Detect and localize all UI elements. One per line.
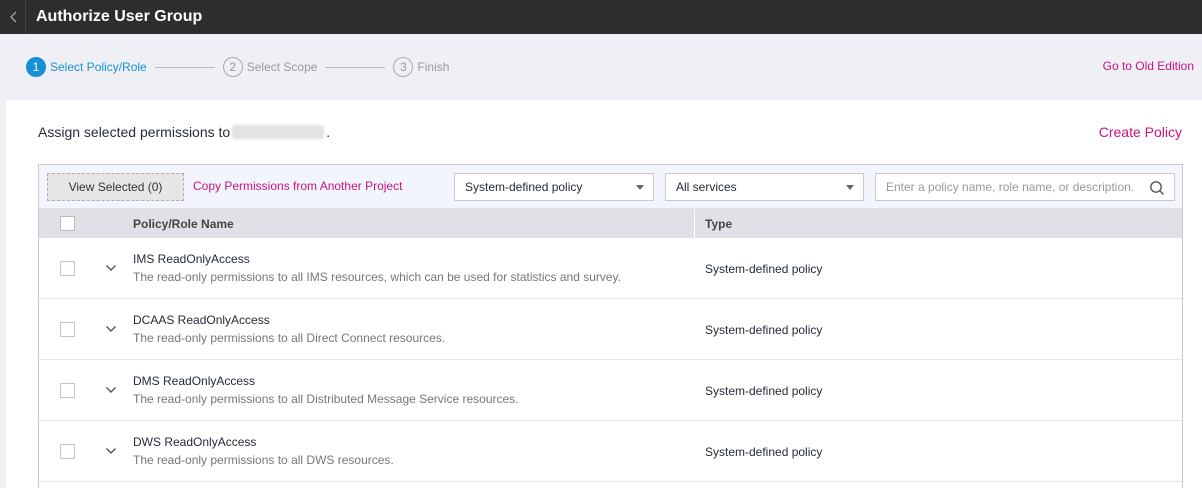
chevron-down-icon[interactable] [105,445,117,457]
table-row: DCAAS ReadOnlyAccess The read-only permi… [39,299,1182,360]
chevron-down-icon[interactable] [105,262,117,274]
policy-table: View Selected (0) Copy Permissions from … [38,164,1183,488]
policy-name: DCAAS ReadOnlyAccess [133,313,270,327]
view-selected-button[interactable]: View Selected (0) [47,173,184,201]
policy-type: System-defined policy [705,262,823,276]
step-finish: 3 Finish [393,57,449,77]
policy-description: The read-only permissions to all Direct … [133,331,446,345]
policy-description: The read-only permissions to all Distrib… [133,392,519,406]
chevron-left-icon [9,11,17,23]
policy-type: System-defined policy [705,445,823,459]
policy-description: The read-only permissions to all IMS res… [133,270,621,284]
policy-type: System-defined policy [705,323,823,337]
step-connector [325,66,386,68]
column-header-type: Type [705,217,733,231]
table-row: DWS ReadOnlyAccess The read-only permiss… [39,421,1182,482]
table-header: Policy/Role Name Type [39,209,1182,238]
row-checkbox[interactable] [60,383,75,398]
top-bar: Authorize User Group [0,0,1202,34]
create-policy-link[interactable]: Create Policy [1099,124,1182,140]
step-label: Select Policy/Role [50,60,147,74]
chevron-down-icon[interactable] [105,323,117,335]
service-value: All services [676,180,737,194]
table-row: DMS ReadOnlyAccess The read-only permiss… [39,360,1182,421]
assign-prefix: Assign selected permissions to [38,124,231,140]
caret-down-icon [846,185,854,190]
policy-name: DMS ReadOnlyAccess [133,374,256,388]
back-button[interactable] [0,0,26,34]
service-select[interactable]: All services [665,173,864,201]
step-label: Select Scope [246,60,318,74]
step-number: 1 [26,57,46,77]
old-edition-link[interactable]: Go to Old Edition [1103,59,1194,73]
assign-suffix: . [326,124,331,140]
step-number: 3 [393,57,414,77]
search-input[interactable] [876,174,1136,200]
column-divider[interactable] [694,209,695,238]
policy-type: System-defined policy [705,384,823,398]
table-toolbar: View Selected (0) Copy Permissions from … [39,165,1182,209]
row-checkbox[interactable] [60,261,75,276]
step-select-policy: 1 Select Policy/Role [26,57,147,77]
policy-name: DWS ReadOnlyAccess [133,435,257,449]
policy-type-select[interactable]: System-defined policy [454,173,654,201]
step-connector [154,66,215,68]
step-label: Finish [417,60,450,74]
search-icon[interactable] [1149,180,1165,196]
policy-description: The read-only permissions to all DWS res… [133,453,394,467]
policy-type-value: System-defined policy [465,180,583,194]
select-all-checkbox[interactable] [60,216,75,231]
step-select-scope: 2 Select Scope [222,57,318,77]
table-row: IMS ReadOnlyAccess The read-only permiss… [39,238,1182,299]
assign-text: Assign selected permissions to . [38,124,330,140]
step-number: 2 [222,57,243,77]
row-checkbox[interactable] [60,322,75,337]
step-indicator: 1 Select Policy/Role 2 Select Scope 3 Fi… [0,34,1202,100]
copy-permissions-link[interactable]: Copy Permissions from Another Project [193,179,402,193]
search-box [875,173,1175,201]
redacted-group-name [232,125,325,139]
caret-down-icon [636,185,644,190]
main-panel: Assign selected permissions to . Create … [6,100,1202,488]
chevron-down-icon[interactable] [105,384,117,396]
page-title: Authorize User Group [36,8,203,25]
policy-name: IMS ReadOnlyAccess [133,252,250,266]
column-header-name: Policy/Role Name [133,217,234,231]
row-checkbox[interactable] [60,444,75,459]
